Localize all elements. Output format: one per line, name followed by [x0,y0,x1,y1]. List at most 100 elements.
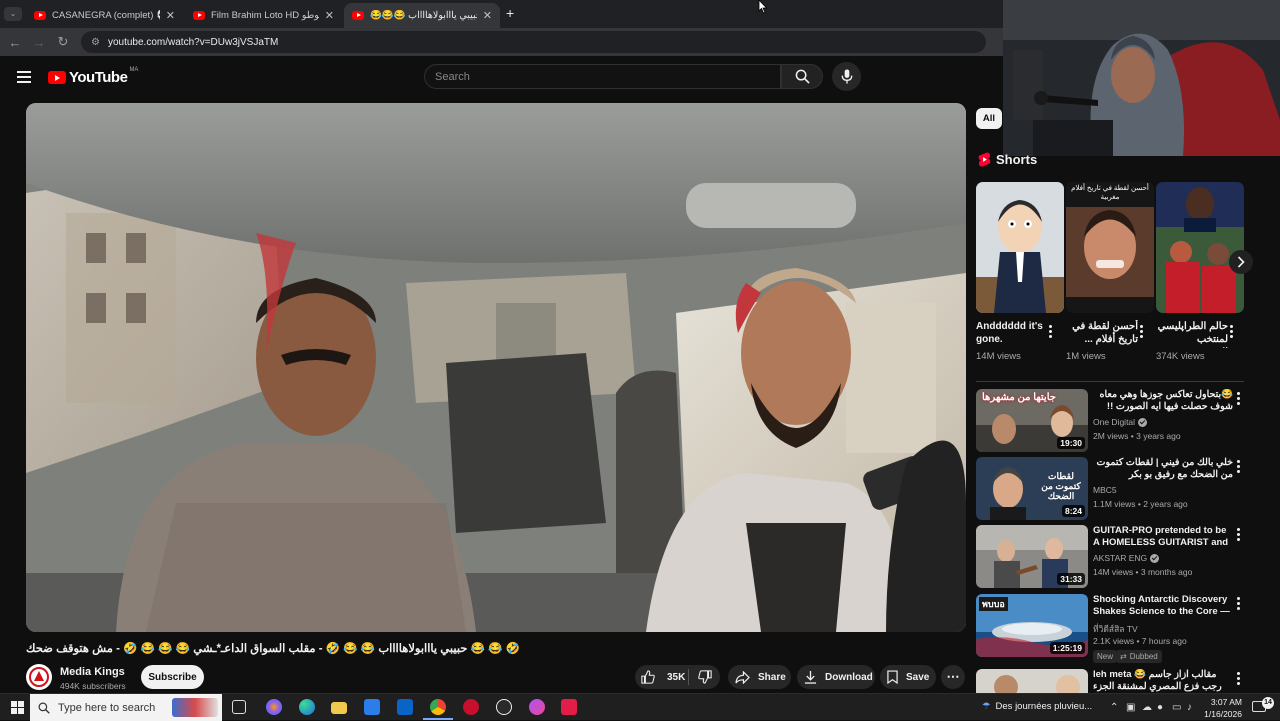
short-title[interactable]: أحسن لقطة في تاريخ أفلام ... [1066,320,1138,348]
share-label: Share [758,671,786,683]
network-icon[interactable]: ▭ [1172,702,1181,713]
video-more-button[interactable] [1237,672,1241,687]
tab-casanegra[interactable]: CASANEGRA (complet) 💀🎬 | ✕ [26,3,183,28]
save-button[interactable]: Save [880,665,936,689]
edge-browser-icon[interactable] [299,699,315,715]
video-title[interactable]: GUITAR-PRO pretended to be A HOMELESS GU… [1093,525,1233,551]
app-red-icon[interactable] [463,699,479,715]
subscribe-button[interactable]: Subscribe [141,665,204,689]
short-more-button[interactable] [1140,325,1144,340]
back-arrow-icon[interactable]: ← [3,35,27,50]
short-thumbnail[interactable] [1156,182,1244,313]
video-thumbnail[interactable]: พบบอ 1:25:19 [976,594,1088,657]
youtube-favicon-icon [193,11,205,20]
short-more-button[interactable] [1230,325,1234,340]
short-title[interactable]: Andddddd it's gone. [976,320,1044,348]
recommended-video[interactable]: جايتها من مشهرها 19:30 😂بتحاول تعاكس جوز… [976,389,1266,453]
video-duration: 8:24 [1061,505,1085,517]
video-thumbnail[interactable] [976,669,1088,693]
channel-name[interactable]: Media Kings [60,666,125,678]
recommended-video[interactable]: leh meta 😂 مقالب ازاز جاسم رجب فزع المصر… [976,669,1266,693]
tab-title: CASANEGRA (complet) 💀🎬 | [52,10,160,21]
dubbed-icon: ⇄ [1120,652,1127,661]
voice-search-button[interactable] [832,62,861,91]
recommended-video[interactable]: พบบอ 1:25:19 Shocking Antarctic Discover… [976,594,1266,666]
tab-current-video[interactable]: 😂😂😂 حبيبي يااابولاهااااب ✕ [344,3,500,28]
volume-icon[interactable]: ♪ [1187,702,1192,713]
video-title[interactable]: leh meta 😂 مقالب ازاز جاسم رجب فزع المصر… [1093,669,1233,693]
search-button[interactable] [781,64,823,89]
video-thumbnail[interactable]: 31:33 [976,525,1088,588]
channel-name: One Digital [1093,417,1136,427]
tab-search-button[interactable]: ⌄ [4,7,22,21]
tab-close-icon[interactable]: ✕ [325,9,334,22]
forward-arrow-icon[interactable]: → [27,35,51,50]
shorts-logo-icon [978,152,991,167]
windows-taskbar: Type here to search ☂ Des journées pluvi… [0,693,1280,721]
video-title[interactable]: خلي بالك من فيني | لقطات كتموت من الضحك … [1093,457,1233,483]
short-title[interactable]: حالم الطراپليسي لمنتخب المغربي... [1156,320,1228,348]
copilot-icon[interactable] [266,699,282,715]
tray-app-icon[interactable]: ▣ [1126,702,1135,713]
show-hidden-icons-chevron-icon[interactable]: ⌃ [1110,702,1118,713]
tray-cloud-icon[interactable]: ☁ [1142,702,1152,713]
video-more-button[interactable] [1237,460,1241,475]
chrome-browser-icon[interactable] [430,699,446,715]
video-channel[interactable]: One Digital [1093,417,1148,427]
thumbnail-caption: พบบอ [979,597,1008,611]
mouse-cursor-icon [758,0,768,14]
download-button[interactable]: Download [797,665,875,689]
short-thumbnail[interactable]: أحسن لقطة في تاريخ أفلام مغربية [1066,182,1154,313]
short-more-button[interactable] [1049,325,1053,340]
recommended-video[interactable]: 31:33 GUITAR-PRO pretended to be A HOMEL… [976,525,1266,589]
video-more-button[interactable] [1237,392,1241,407]
system-clock[interactable]: 3:07 AM 1/16/2026 [1200,696,1242,720]
video-channel[interactable]: MBC5 [1093,485,1117,495]
shorts-next-button[interactable] [1229,250,1253,274]
more-horizontal-icon: ⋯ [946,669,960,684]
messenger-icon[interactable] [529,699,545,715]
filter-chip-all[interactable]: All [976,108,1002,129]
webcam-overlay [1003,0,1280,156]
video-channel[interactable]: ที่วิดีส์สิล TV [1093,622,1138,636]
share-button[interactable]: Share [728,665,791,689]
video-thumbnail[interactable]: لقطات كتموت من الضحك 8:24 [976,457,1088,520]
video-title[interactable]: Shocking Antarctic Discovery Shakes Scie… [1093,594,1233,620]
tray-mic-icon[interactable]: ● [1157,702,1163,713]
search-input[interactable]: Search [424,64,781,89]
task-view-icon[interactable] [232,700,246,714]
video-more-button[interactable] [1237,597,1241,612]
dislike-button[interactable] [689,665,720,689]
short-thumbnail[interactable] [976,182,1064,313]
tab-film-brahim[interactable]: Film Brahim Loto HD فيلم إبراهيم لوطو ✕ [185,3,342,28]
video-channel[interactable]: AKSTAR ENG [1093,553,1160,563]
windows-start-button[interactable] [11,701,24,714]
youtube-logo[interactable]: YouTube MA [48,67,139,86]
media-kings-logo-icon [29,667,49,687]
reload-icon[interactable]: ↻ [51,34,75,50]
video-player[interactable] [26,103,966,632]
mail-icon[interactable] [397,699,413,715]
file-explorer-icon[interactable] [331,702,347,714]
video-thumbnail[interactable]: جايتها من مشهرها 19:30 [976,389,1088,452]
new-tab-button[interactable]: + [506,5,514,21]
url-field[interactable]: ⚙ youtube.com/watch?v=DUw3jVSJaTM [81,31,986,53]
weather-widget[interactable]: ☂ Des journées pluvieu... [982,701,1092,712]
channel-name: AKSTAR ENG [1093,553,1148,563]
country-code: MA [129,67,139,73]
obs-studio-icon[interactable] [496,699,512,715]
recommended-video[interactable]: لقطات كتموت من الضحك 8:24 خلي بالك من في… [976,457,1266,521]
tab-close-icon[interactable]: ✕ [483,9,492,22]
app-pink-icon[interactable] [561,699,577,715]
hamburger-menu-icon[interactable] [17,71,31,86]
channel-avatar[interactable] [26,664,52,690]
microsoft-store-icon[interactable] [364,699,380,715]
more-actions-button[interactable]: ⋯ [941,665,965,689]
dubbed-badge: ⇄ Dubbed [1116,650,1162,663]
site-info-icon[interactable]: ⚙ [91,37,100,48]
like-button[interactable]: 35K [635,665,688,689]
video-title[interactable]: 😂بتحاول تعاكس جوزها وهي معاه شوف حصلت في… [1093,389,1233,415]
tab-close-icon[interactable]: ✕ [166,9,175,22]
video-more-button[interactable] [1237,528,1241,543]
taskbar-search-input[interactable]: Type here to search [30,694,222,721]
